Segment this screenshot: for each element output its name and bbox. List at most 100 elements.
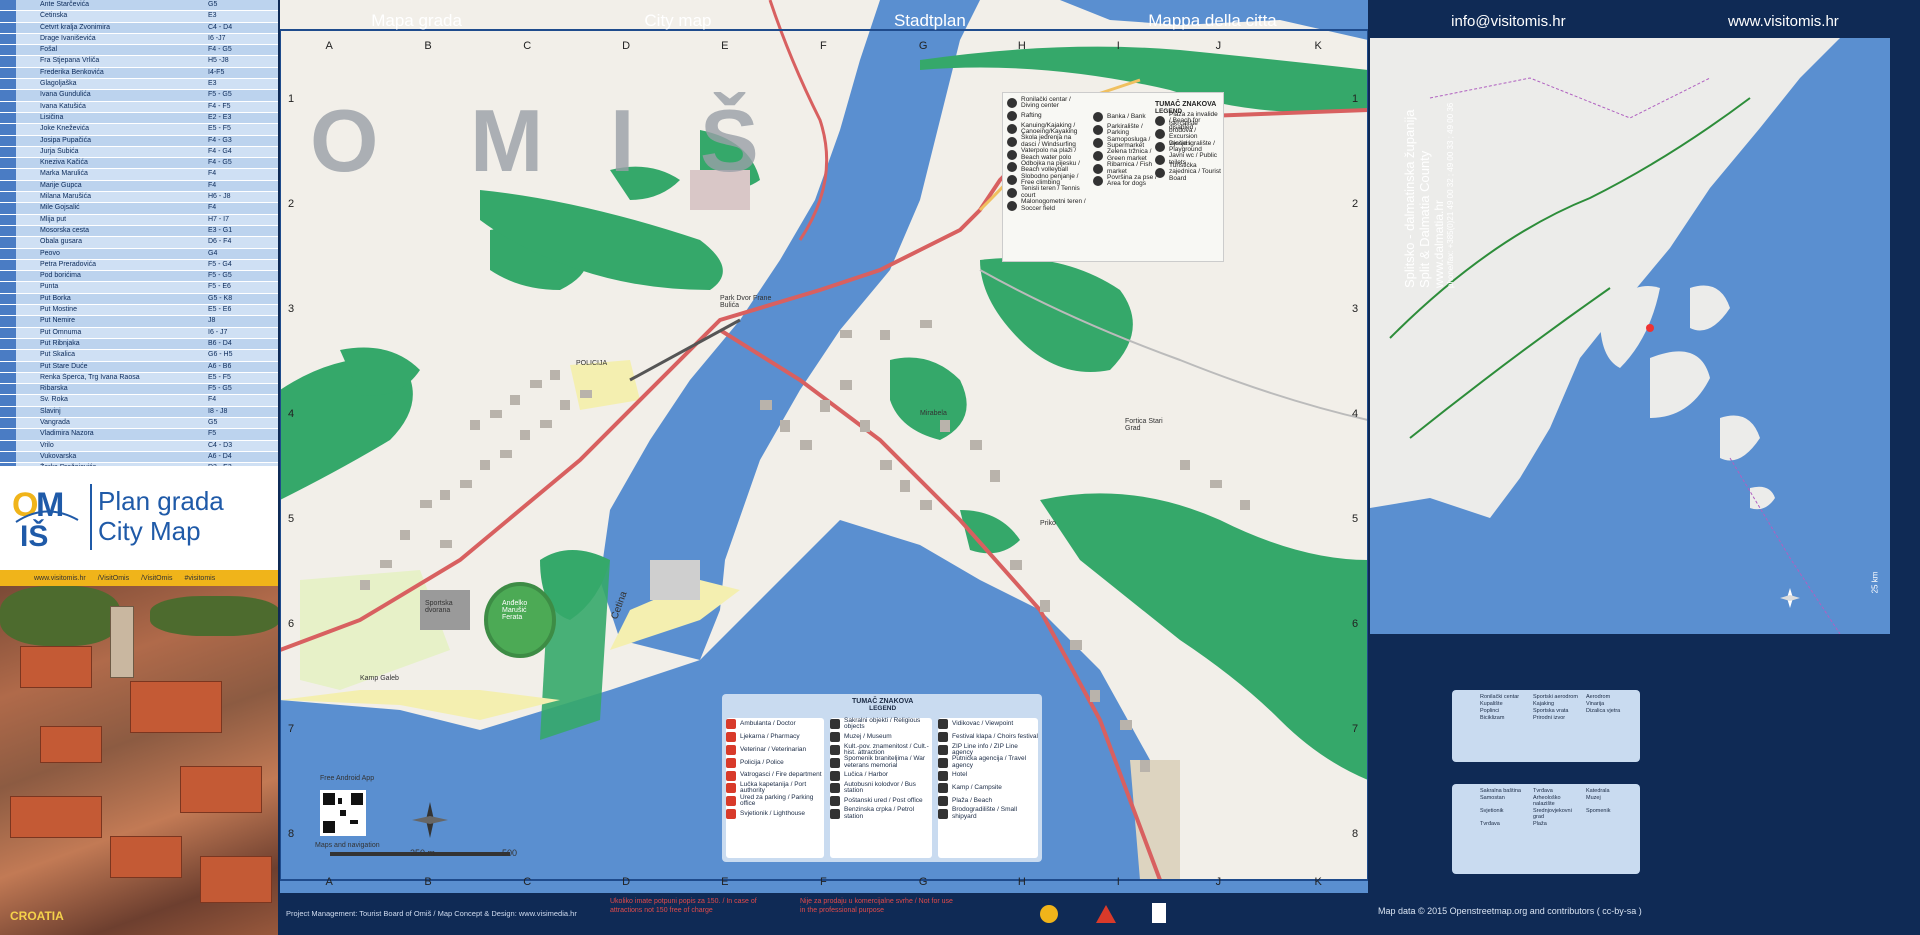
street-row[interactable]: Vladimira Nazora F5 <box>0 429 278 441</box>
county-legend-label: Katedrala <box>1586 788 1610 794</box>
street-grid-ref: F4 - G5 <box>208 46 232 54</box>
street-grid-ref: F4 - G5 <box>208 159 232 167</box>
street-row[interactable]: Fra Stjepana Vrliča H5 -J8 <box>0 56 278 68</box>
street-row[interactable]: Glagoljaška E3 <box>0 79 278 91</box>
street-row[interactable]: Jurja Šubića F4 - G4 <box>0 146 278 159</box>
omis-marker[interactable] <box>1646 324 1654 332</box>
forest <box>890 357 967 440</box>
main-road[interactable] <box>768 0 829 241</box>
street-row[interactable]: Slavinj I8 - J8 <box>0 406 278 418</box>
email-link[interactable]: info@visitomis.hr <box>1451 13 1565 30</box>
county-compass-icon <box>1780 588 1800 608</box>
street-row[interactable]: Put Skalica G6 - H5 <box>0 350 278 362</box>
grid-row-label: 4 <box>288 407 295 420</box>
county-scale: 25 km <box>1870 571 1880 594</box>
street-row[interactable]: Lisičina E2 - E3 <box>0 112 278 125</box>
county-legend-top-items: Ronilački centar Sportski aerodrom Aerodro… <box>1480 694 1636 721</box>
street-row[interactable]: Ante Starčevića G5 <box>0 0 278 12</box>
street-row[interactable]: Sv. Roka F4 <box>0 395 278 407</box>
street-row[interactable]: Vrilo C4 - D3 <box>0 440 278 452</box>
grid-column-label: A <box>325 40 333 52</box>
street-row[interactable]: Drage Ivaniševića I6 -J7 <box>0 33 278 46</box>
grid-column-label: K <box>1314 876 1322 888</box>
stadium-label[interactable]: Anđelko Marušić Ferata <box>502 600 542 621</box>
street-row[interactable]: Mile Gojsalić F4 <box>0 203 278 215</box>
street-grid-ref: A6 - D4 <box>208 452 232 460</box>
street-row[interactable]: Peovo G4 <box>0 248 278 260</box>
sports-hall-label[interactable]: Sportska dvorana <box>425 600 475 614</box>
street-name: Fra Stjepana Vrliča <box>40 57 100 65</box>
county-website[interactable]: www.dalmatia.hr <box>1432 103 1446 288</box>
street-row[interactable]: Put Ribnjaka B6 - D4 <box>0 338 278 351</box>
street-name: Četinska <box>40 12 68 20</box>
qr-code[interactable] <box>320 790 366 836</box>
campsite-label[interactable]: Kamp Galeb <box>360 675 399 682</box>
legend-item: Ured za parking / Parking office <box>726 794 824 808</box>
street-row[interactable]: Četvrt kralja Zvonimira C4 - D4 <box>0 22 278 34</box>
legend-item: Muzej / Museum <box>830 731 932 744</box>
grid-row-label: 8 <box>1352 827 1359 840</box>
instagram-link[interactable]: #visitomis <box>184 575 215 582</box>
legend-item: Ronilački centar / Diving center <box>1007 96 1087 110</box>
street-name: Put Stare Duće <box>40 362 88 370</box>
activity-legend-col1: Ronilački centar / Diving center Rafting K… <box>1007 96 1087 212</box>
street-row[interactable]: Obala gusara D6 - F4 <box>0 237 278 249</box>
street-row[interactable]: Ivana Katušića F4 - F5 <box>0 101 278 113</box>
street-row[interactable]: Frederika Benkovića I4-F5 <box>0 67 278 80</box>
street-row[interactable]: Put Stare Duće A6 - B6 <box>0 361 278 373</box>
priko-label: Priko <box>1040 520 1056 527</box>
website-link[interactable]: www.visitomis.hr <box>1728 13 1839 30</box>
street-grid-ref: B6 - D4 <box>208 339 232 347</box>
fortress-label[interactable]: Fortica Stari Grad <box>1125 418 1175 432</box>
street-row[interactable]: Pod borićima F5 - G5 <box>0 271 278 283</box>
right-panel-header: info@visitomis.hr www.visitomis.hr <box>1370 6 1920 36</box>
street-row-marker <box>0 305 16 316</box>
park-label[interactable]: Park Dvor Frane Bulića <box>720 295 780 309</box>
street-row[interactable]: Milana Marušića H6 - J8 <box>0 192 278 204</box>
facebook-link[interactable]: /VisitOmis <box>98 575 129 582</box>
street-row[interactable]: Put Mostine E5 - E6 <box>0 305 278 317</box>
street-row[interactable]: Petra Preradovića F5 - G4 <box>0 259 278 272</box>
county-map[interactable]: Splitsko - dalmatinska županija Split & … <box>1370 38 1890 634</box>
street-row[interactable]: Joke Kneževića E5 - F5 <box>0 124 278 136</box>
street-row[interactable]: Vukovarska A6 - D4 <box>0 451 278 464</box>
mirabela-label[interactable]: Mirabela <box>920 410 947 417</box>
twitter-link[interactable]: /VisitOmis <box>141 575 172 582</box>
street-row[interactable]: Renka Šperca, Trg Ivana Raosa E5 - F5 <box>0 372 278 385</box>
street-row[interactable]: Četinska E3 <box>0 11 278 23</box>
brand-website[interactable]: www.visitomis.hr <box>34 575 86 582</box>
photo-greenery <box>150 596 278 636</box>
photo-roof <box>40 726 102 763</box>
street-row[interactable]: Mosorska cesta E3 - G1 <box>0 225 278 238</box>
street-row-marker <box>0 350 16 361</box>
street-row[interactable]: Ribarska F5 - G5 <box>0 384 278 396</box>
street-row[interactable]: Put Nemire J8 <box>0 316 278 328</box>
street-row-marker <box>0 338 16 350</box>
service-legend-title: TUMAČ ZNAKOVA <box>852 698 914 705</box>
street-row[interactable]: Marka Marulića F4 <box>0 169 278 181</box>
street-row-marker <box>0 271 16 282</box>
legend-symbol-icon <box>1093 137 1103 148</box>
street-row[interactable]: Ivana Gundulića F5 - G5 <box>0 90 278 102</box>
android-app-label[interactable]: Free Android App <box>320 775 374 782</box>
street-grid-ref: A6 - B6 <box>208 362 232 370</box>
city-map[interactable]: Mapa grada City map Stadtplan Mappa dell… <box>280 0 1368 935</box>
street-row[interactable]: Vangrada G5 <box>0 417 278 430</box>
street-row[interactable]: Put Borka G5 - K8 <box>0 293 278 306</box>
street-row[interactable]: Marije Gupca F4 <box>0 180 278 193</box>
map-header: Mapa grada City map Stadtplan Mappa dell… <box>280 6 1368 36</box>
street-row[interactable]: Josipa Pupačića F4 - G3 <box>0 135 278 147</box>
grid-column-label: H <box>1017 40 1026 52</box>
police-label[interactable]: POLICIJA <box>576 360 607 367</box>
grid-column-label: C <box>523 876 532 888</box>
street-row[interactable]: Put Omnuma I6 - J7 <box>0 327 278 339</box>
street-row[interactable]: Punta F5 - E6 <box>0 282 278 294</box>
street-row[interactable]: Kneziva Kačića F4 - G5 <box>0 158 278 170</box>
street-row[interactable]: Mlija put H7 - I7 <box>0 214 278 226</box>
street-row[interactable]: Fošal F4 - G5 <box>0 45 278 57</box>
legend-symbol-icon <box>726 744 736 755</box>
street-row-marker <box>0 451 16 463</box>
street-row-marker <box>0 417 16 429</box>
right-panel: info@visitomis.hr www.visitomis.hr Split… <box>1370 0 1920 935</box>
right-panel-footer: Map data © 2015 Openstreetmap.org and co… <box>1378 906 1642 916</box>
